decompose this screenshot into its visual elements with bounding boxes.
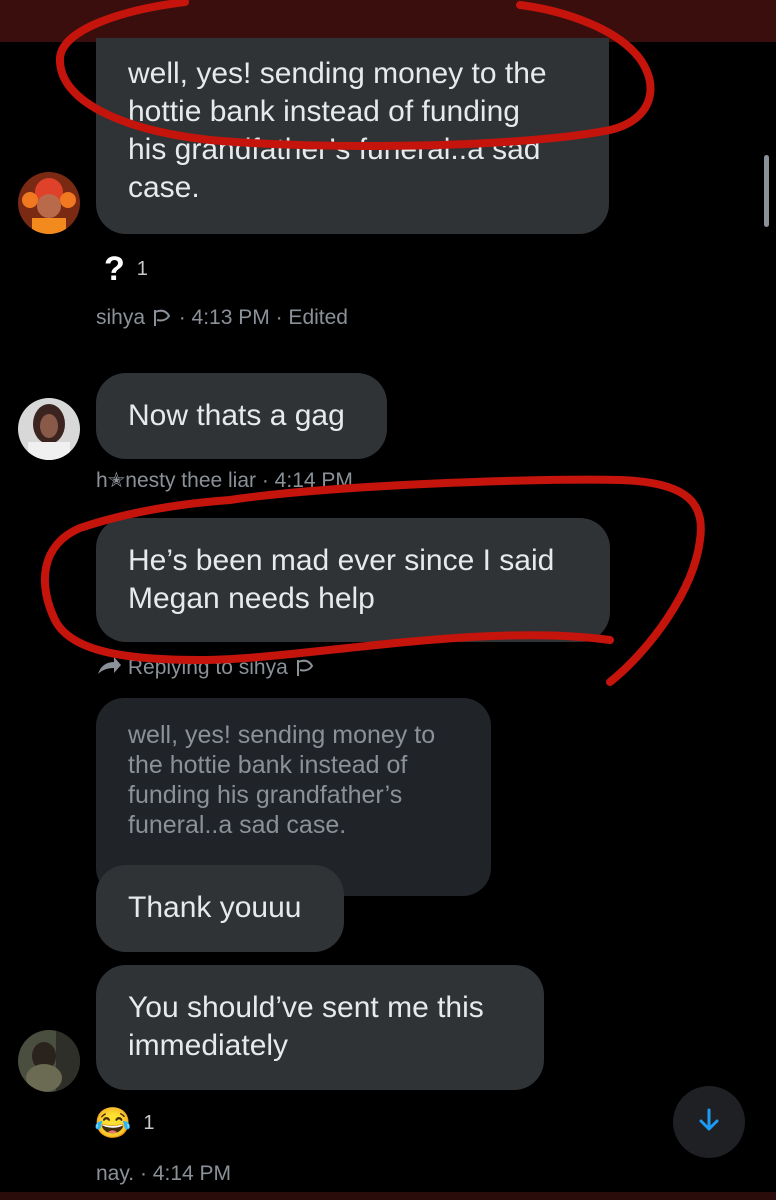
author-name: h✭nesty thee liar [96, 469, 257, 492]
quoted-line: well, yes! sending money to [128, 721, 436, 749]
message-bubble-nay[interactable]: You should’ve sent me this immediately [96, 965, 544, 1090]
author-name: sihya [96, 306, 146, 329]
message-bubble-sihya[interactable]: well, yes! sending money to the hottie b… [96, 38, 609, 234]
author-name: nay. [96, 1162, 135, 1185]
question-emoji: ? [104, 250, 125, 288]
message-bubble-own[interactable]: He’s been mad ever since I said Megan ne… [96, 518, 610, 642]
reaction-count: 1 [143, 1112, 155, 1134]
edited-label: · Edited [275, 306, 348, 329]
timestamp: · 4:13 PM [178, 306, 270, 329]
reply-arrow-icon [96, 656, 122, 676]
message-meta: h✭nesty thee liar · 4:14 PM [96, 468, 353, 493]
reply-label: Replying to sihya [127, 656, 288, 679]
message-line: his grandfather’s funeral..a sad [128, 133, 541, 166]
message-line: immediately [128, 1029, 289, 1062]
message-line: case. [128, 171, 200, 204]
scrollbar[interactable] [764, 155, 769, 227]
message-line: hottie bank instead of funding [128, 95, 520, 128]
timestamp: · 4:14 PM [139, 1162, 232, 1185]
hand-emoji-icon [151, 306, 173, 328]
reaction-question[interactable]: ? 1 [104, 250, 148, 289]
laughing-emoji: 😂 [94, 1107, 132, 1140]
message-line: Megan needs help [128, 582, 375, 615]
message-meta: sihya · 4:13 PM · Edited [96, 306, 348, 330]
arrow-down-icon [695, 1106, 723, 1139]
reaction-count: 1 [136, 258, 148, 280]
quoted-line: the hottie bank instead of [128, 751, 408, 779]
message-meta: nay. · 4:14 PM [96, 1162, 231, 1186]
bottom-bar [0, 1192, 776, 1200]
message-line: Thank youuu [128, 891, 302, 924]
reaction-laugh[interactable]: 😂 1 [94, 1106, 154, 1141]
message-bubble-honesty[interactable]: Now thats a gag [96, 373, 387, 459]
scroll-to-bottom-button[interactable] [673, 1086, 745, 1158]
message-line: Now thats a gag [128, 399, 345, 432]
timestamp: · 4:14 PM [261, 469, 353, 492]
message-bubble-own[interactable]: Thank youuu [96, 865, 344, 952]
message-line: He’s been mad ever since I said [128, 544, 555, 577]
reply-indicator[interactable]: Replying to sihya [96, 656, 316, 680]
avatar-honesty[interactable] [18, 398, 80, 460]
message-line: well, yes! sending money to the [128, 57, 547, 90]
quoted-line: funding his grandfather’s [128, 781, 403, 809]
quoted-line: funeral..a sad case. [128, 811, 347, 839]
avatar-nay[interactable] [18, 1030, 80, 1092]
top-bar [0, 0, 776, 42]
avatar-sihya[interactable] [18, 172, 80, 234]
hand-emoji-icon [294, 656, 316, 678]
message-line: You should’ve sent me this [128, 991, 484, 1024]
